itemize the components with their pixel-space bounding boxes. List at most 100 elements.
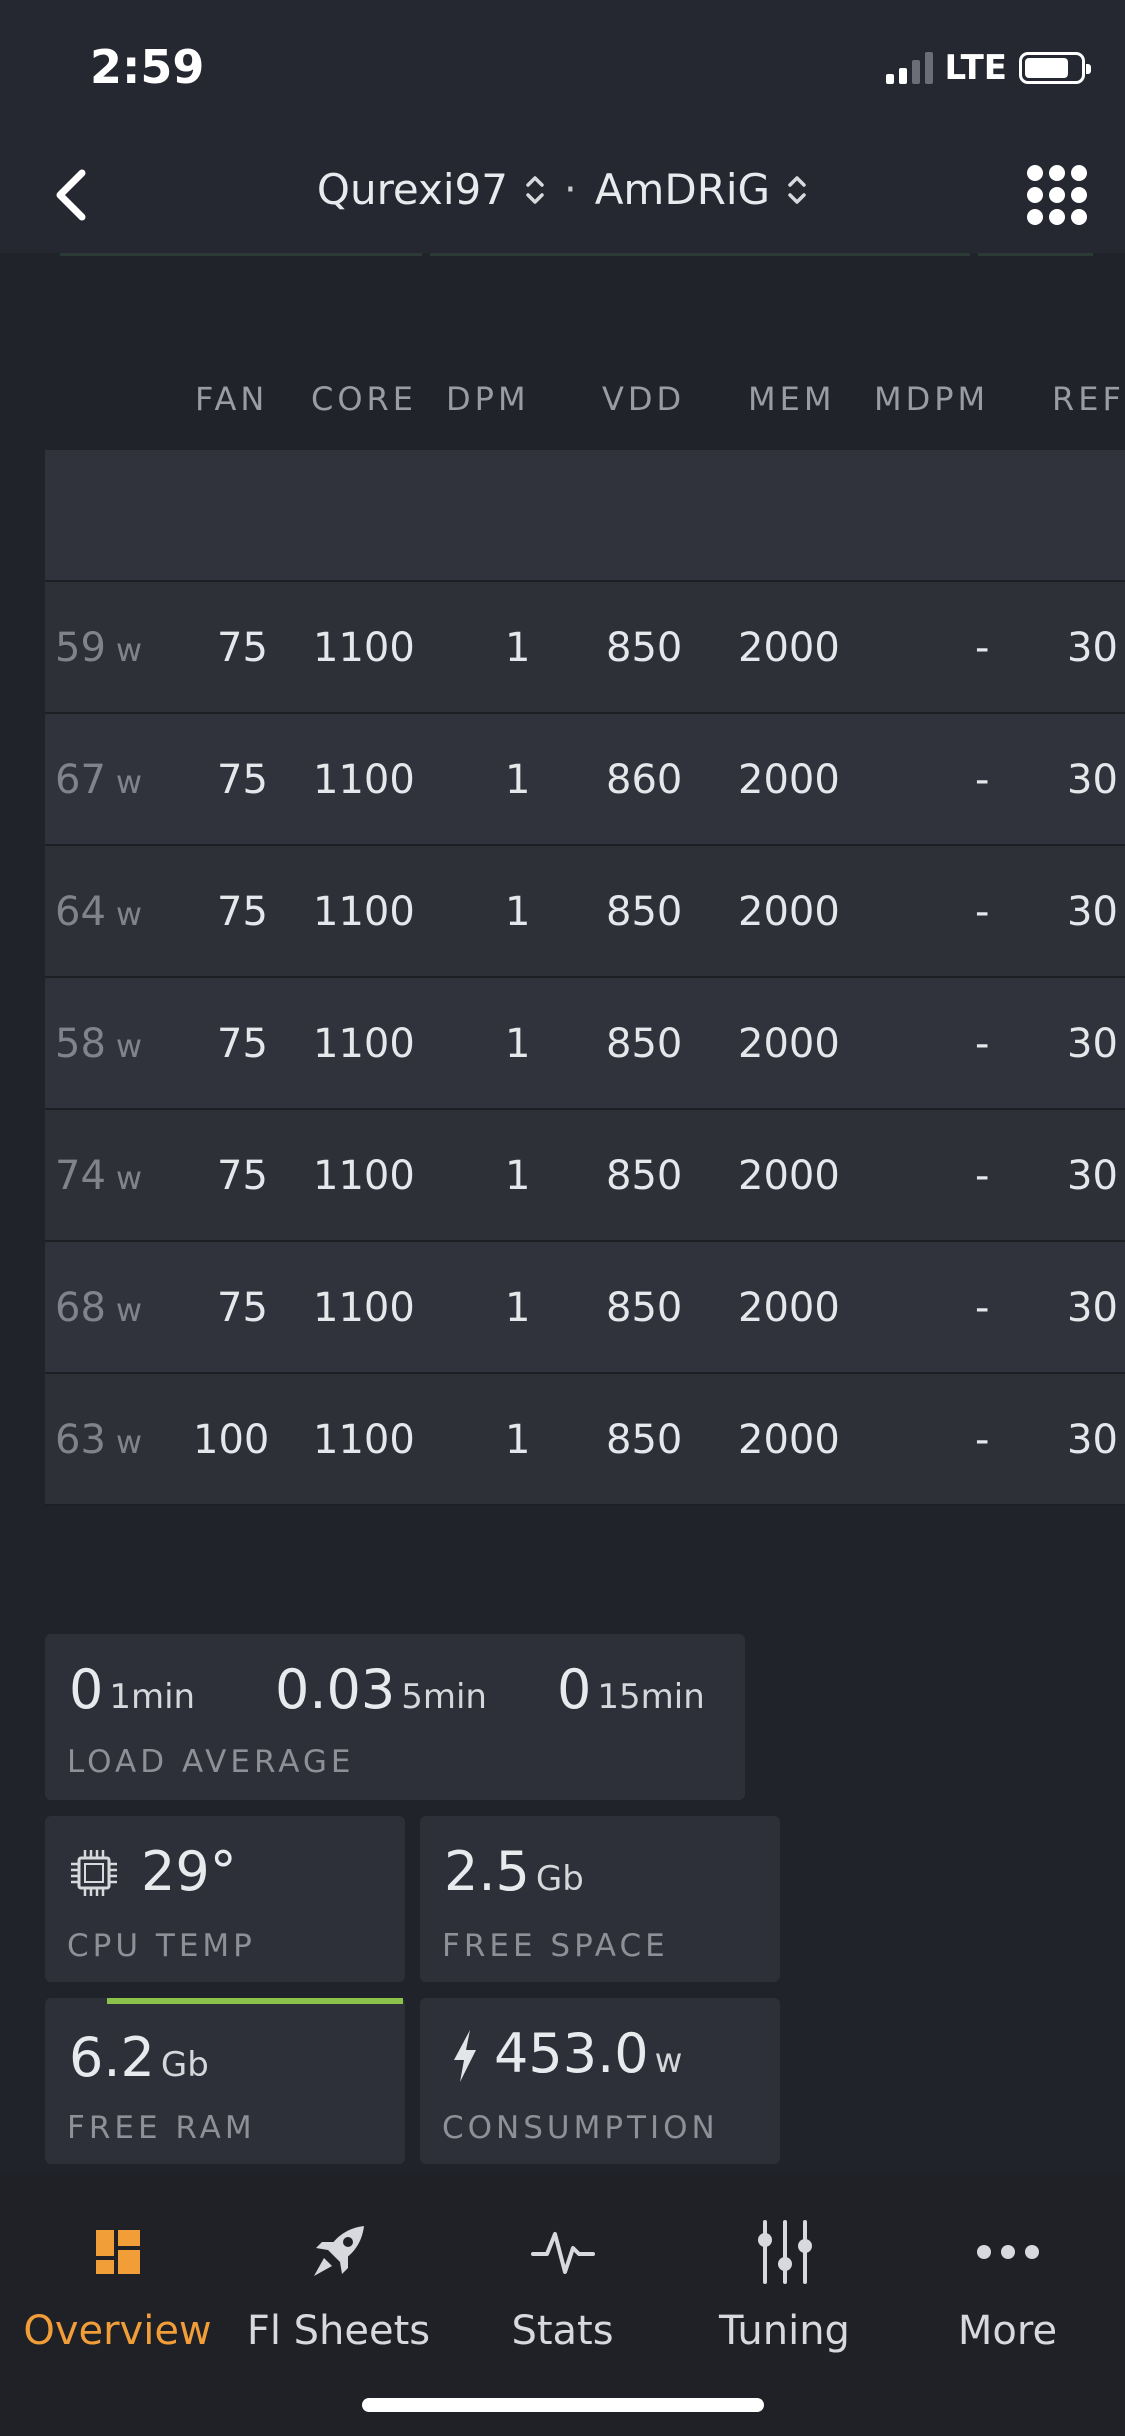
chevron-updown-icon xyxy=(526,175,544,204)
fan-cell: 75 xyxy=(217,1021,268,1067)
status-bar: 2:59 LTE xyxy=(0,0,1125,135)
core-cell: 1100 xyxy=(313,889,415,935)
sliders-icon xyxy=(757,2220,812,2284)
load-5min: 0.03 5min xyxy=(275,1658,487,1721)
free-space-card: 2.5 Gb FREE SPACE xyxy=(420,1816,780,1982)
apps-grid-button[interactable] xyxy=(1027,165,1087,225)
grid-dot xyxy=(1049,187,1065,203)
load-1min: 0 1min xyxy=(69,1658,196,1721)
tab-stats[interactable]: Stats xyxy=(450,2212,675,2354)
grid-dot xyxy=(1071,187,1087,203)
home-indicator[interactable] xyxy=(362,2398,764,2412)
ref-cell: 30 xyxy=(1067,1153,1118,1199)
free-space-label: FREE SPACE xyxy=(442,1928,669,1964)
power-cell: 58 w xyxy=(55,1021,143,1067)
dpm-cell: 1 xyxy=(505,1153,531,1199)
ref-cell: 30 xyxy=(1067,1417,1118,1463)
load-average-card: 0 1min 0.03 5min 0 15min LOAD AVERAGE xyxy=(45,1634,745,1800)
vdd-cell: 850 xyxy=(606,1153,683,1199)
fan-cell: 75 xyxy=(217,625,268,671)
rig-selector[interactable]: AmDRiG xyxy=(595,165,808,214)
table-row[interactable]: 67 w 75 1100 1 860 2000 - 30 xyxy=(45,714,1125,846)
table-row[interactable]: 74 w 75 1100 1 850 2000 - 30 xyxy=(45,1110,1125,1242)
lightning-icon xyxy=(454,2030,476,2082)
fan-cell: 75 xyxy=(217,1153,268,1199)
mdpm-cell: - xyxy=(975,1153,990,1199)
grid-dot xyxy=(1071,165,1087,181)
dpm-cell: 1 xyxy=(505,1021,531,1067)
vdd-cell: 850 xyxy=(606,1285,683,1331)
mdpm-cell: - xyxy=(975,889,990,935)
header-dpm: DPM xyxy=(446,380,530,418)
mem-cell: 2000 xyxy=(738,1021,840,1067)
table-row[interactable]: 58 w 75 1100 1 850 2000 - 30 xyxy=(45,978,1125,1110)
tab-tuning[interactable]: Tuning xyxy=(672,2212,897,2354)
more-icon xyxy=(976,2245,1039,2259)
power-cell: 59 w xyxy=(55,625,143,671)
cpu-temp-label: CPU TEMP xyxy=(67,1928,256,1964)
grid-dot xyxy=(1071,209,1087,225)
core-cell: 1100 xyxy=(313,1153,415,1199)
table-row[interactable]: 59 w 75 1100 1 850 2000 - 30 xyxy=(45,582,1125,714)
nav-title: Qurexi97 · AmDRiG xyxy=(0,165,1125,214)
battery-icon xyxy=(1019,52,1091,84)
table-row[interactable]: 64 w 75 1100 1 850 2000 - 30 xyxy=(45,846,1125,978)
vdd-cell: 850 xyxy=(606,1021,683,1067)
power-cell: 63 w xyxy=(55,1417,143,1463)
chevron-updown-icon xyxy=(788,175,806,204)
power-cell: 67 w xyxy=(55,757,143,803)
fan-cell: 75 xyxy=(217,757,268,803)
ref-cell: 30 xyxy=(1067,757,1118,803)
ref-cell: 30 xyxy=(1067,625,1118,671)
pulse-icon xyxy=(530,2232,595,2274)
header-ref: REF xyxy=(1052,380,1125,418)
consumption-label: CONSUMPTION xyxy=(442,2110,719,2146)
signal-icon xyxy=(885,52,933,84)
tab-bar: Overview Fl Sheets Stats Tuning More xyxy=(0,2172,1125,2436)
mem-cell: 2000 xyxy=(738,1417,840,1463)
table-row[interactable]: 68 w 75 1100 1 850 2000 - 30 xyxy=(45,1242,1125,1374)
header-fan: FAN xyxy=(195,380,269,418)
tab-overview[interactable]: Overview xyxy=(5,2212,230,2354)
header-core: CORE xyxy=(311,380,417,418)
cpu-temp-card: 29° CPU TEMP xyxy=(45,1816,405,1982)
grid-dot xyxy=(1027,165,1043,181)
tab-label: Fl Sheets xyxy=(246,2308,431,2354)
header-mem: MEM xyxy=(748,380,836,418)
tab-label: Overview xyxy=(23,2308,212,2354)
vdd-cell: 850 xyxy=(606,1417,683,1463)
mdpm-cell: - xyxy=(975,1417,990,1463)
grid-dot xyxy=(1027,209,1043,225)
mdpm-cell: - xyxy=(975,757,990,803)
mdpm-cell: - xyxy=(975,1285,990,1331)
grid-dot xyxy=(1049,209,1065,225)
consumption-value: 453.0 w xyxy=(494,2022,683,2085)
rocket-icon xyxy=(313,2226,364,2276)
table-row[interactable]: 63 w 100 1100 1 850 2000 - 30 xyxy=(45,1374,1125,1506)
dpm-cell: 1 xyxy=(505,1417,531,1463)
fan-cell: 100 xyxy=(193,1417,270,1463)
title-separator: · xyxy=(563,166,577,213)
core-cell: 1100 xyxy=(313,1021,415,1067)
dpm-cell: 1 xyxy=(505,625,531,671)
load-15min: 0 15min xyxy=(557,1658,705,1721)
status-indicators: LTE xyxy=(885,48,1091,88)
core-cell: 1100 xyxy=(313,1285,415,1331)
dpm-cell: 1 xyxy=(505,1285,531,1331)
free-ram-value: 6.2 Gb xyxy=(69,2026,209,2089)
mem-cell: 2000 xyxy=(738,757,840,803)
ram-usage-bar xyxy=(107,1998,403,2004)
vdd-cell: 860 xyxy=(606,757,683,803)
load-average-label: LOAD AVERAGE xyxy=(67,1744,355,1780)
worker-selector[interactable]: Qurexi97 xyxy=(317,165,546,214)
worker-name: Qurexi97 xyxy=(316,165,508,214)
mem-cell: 2000 xyxy=(738,625,840,671)
fan-cell: 75 xyxy=(217,889,268,935)
tab-label: Tuning xyxy=(719,2308,850,2354)
mdpm-cell: - xyxy=(975,1021,990,1067)
power-cell: 64 w xyxy=(55,889,143,935)
tab-more[interactable]: More xyxy=(895,2212,1120,2354)
mem-cell: 2000 xyxy=(738,889,840,935)
dpm-cell: 1 xyxy=(505,757,531,803)
tab-fl-sheets[interactable]: Fl Sheets xyxy=(226,2212,451,2354)
